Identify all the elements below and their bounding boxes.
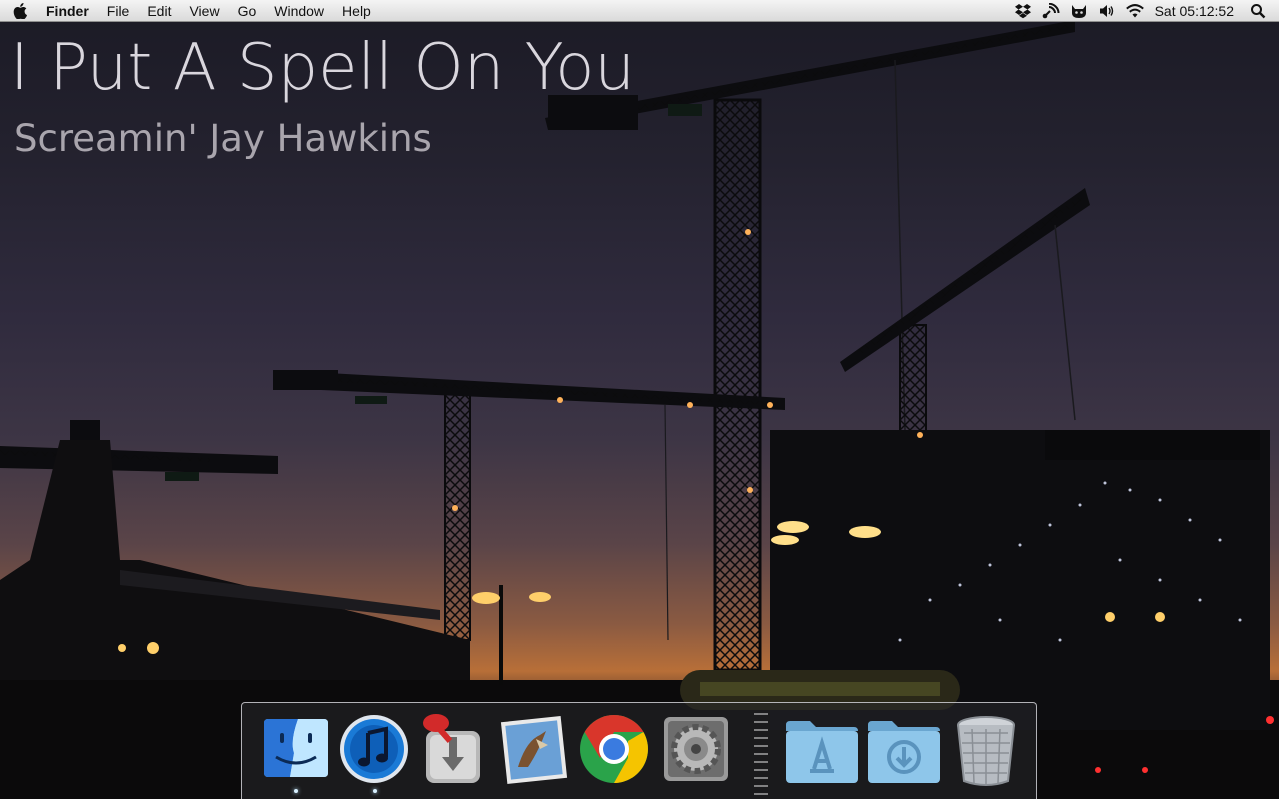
dock-item-downloads-folder[interactable] xyxy=(864,711,940,787)
status-menus: Sat 05:12:52 xyxy=(1009,0,1279,22)
transmission-icon xyxy=(423,714,480,783)
dock-item-applications-folder[interactable] xyxy=(782,711,858,787)
dock-item-finder[interactable] xyxy=(260,711,332,787)
spotlight-search-icon[interactable] xyxy=(1247,0,1269,22)
dock-item-system-preferences[interactable] xyxy=(660,711,732,787)
finder-icon xyxy=(264,719,328,777)
apple-menu-icon[interactable] xyxy=(0,0,40,22)
satellite-icon[interactable] xyxy=(1040,0,1062,22)
downloads-folder-icon xyxy=(868,721,940,783)
wifi-icon[interactable] xyxy=(1124,0,1146,22)
mail-icon xyxy=(500,716,568,784)
applications-folder-icon xyxy=(786,721,858,783)
cat-icon[interactable] xyxy=(1068,0,1090,22)
now-playing-title: I Put A Spell On You xyxy=(10,31,635,105)
volume-icon[interactable] xyxy=(1096,0,1118,22)
now-playing-artist: Screamin' Jay Hawkins xyxy=(14,117,432,160)
system-preferences-icon xyxy=(664,717,728,781)
menu-app-name[interactable]: Finder xyxy=(40,0,98,22)
menu-edit[interactable]: Edit xyxy=(138,0,180,22)
trash-icon xyxy=(957,716,1015,786)
dock-separator xyxy=(754,713,768,799)
menu-bar: Finder File Edit View Go Window Help Sat… xyxy=(0,0,1279,22)
dock-item-transmission[interactable] xyxy=(416,711,488,787)
dock-item-chrome[interactable] xyxy=(578,711,650,787)
chrome-icon xyxy=(580,715,648,783)
running-indicator xyxy=(373,789,377,793)
menu-view[interactable]: View xyxy=(180,0,228,22)
dock-item-trash[interactable] xyxy=(950,711,1022,787)
menu-window[interactable]: Window xyxy=(265,0,333,22)
menu-file[interactable]: File xyxy=(98,0,139,22)
menubar-clock[interactable]: Sat 05:12:52 xyxy=(1149,0,1244,22)
dock-item-itunes[interactable] xyxy=(338,711,410,787)
dock-item-mail[interactable] xyxy=(496,711,568,787)
dock xyxy=(241,702,1037,799)
menu-help[interactable]: Help xyxy=(333,0,380,22)
running-indicator xyxy=(294,789,298,793)
menu-go[interactable]: Go xyxy=(229,0,266,22)
itunes-icon xyxy=(340,715,408,783)
dropbox-icon[interactable] xyxy=(1012,0,1034,22)
desktop: Finder File Edit View Go Window Help Sat… xyxy=(0,0,1279,799)
